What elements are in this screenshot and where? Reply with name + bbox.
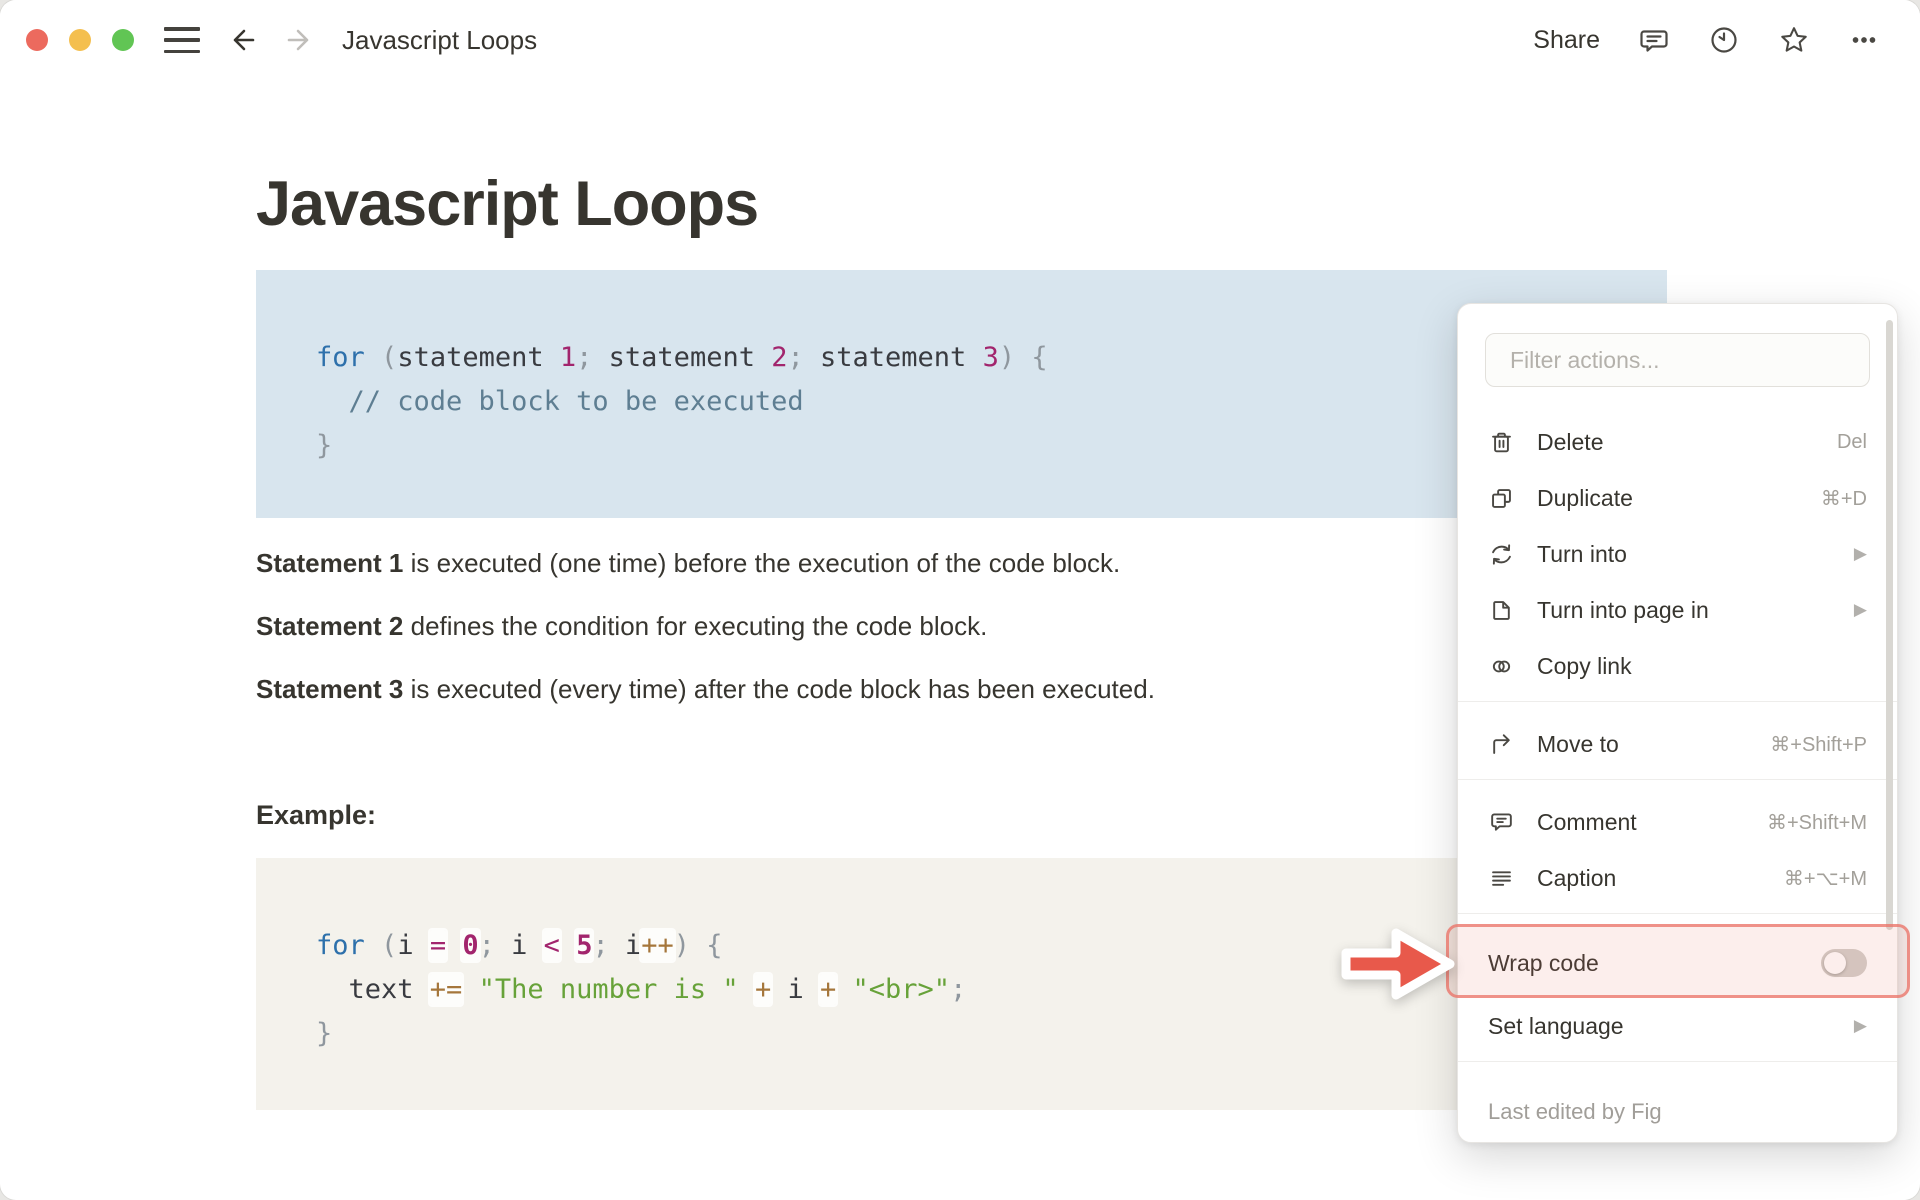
menu-item-comment[interactable]: Comment ⌘+Shift+M <box>1458 794 1897 850</box>
menu-item-duplicate[interactable]: Duplicate ⌘+D <box>1458 470 1897 526</box>
menu-item-wrap-code[interactable]: Wrap code <box>1458 928 1897 998</box>
caption-icon <box>1488 865 1515 892</box>
window-controls <box>26 29 134 51</box>
move-to-icon <box>1488 731 1515 758</box>
app-window: Javascript Loops Share Javascript Loops … <box>0 0 1920 1200</box>
share-button[interactable]: Share <box>1533 26 1600 55</box>
comments-button[interactable] <box>1638 24 1670 56</box>
forward-arrow-icon <box>287 29 309 51</box>
menu-item-turn-into-page-in[interactable]: Turn into page in ▶ <box>1458 582 1897 638</box>
menu-item-set-language[interactable]: Set language ▶ <box>1458 998 1897 1054</box>
more-options-button[interactable] <box>1848 24 1880 56</box>
shortcut-hint: ⌘+⌥+M <box>1783 867 1867 890</box>
menu-footer: Last edited by Fig Today at 10:15 PM <box>1458 1076 1897 1142</box>
menu-divider <box>1458 779 1897 780</box>
toggle-knob <box>1824 952 1846 974</box>
menu-item-turn-into[interactable]: Turn into ▶ <box>1458 526 1897 582</box>
last-edited-time: Today at 10:15 PM <box>1488 1132 1867 1142</box>
shortcut-hint: ⌘+D <box>1820 487 1867 510</box>
menu-item-caption[interactable]: Caption ⌘+⌥+M <box>1458 850 1897 906</box>
menu-divider <box>1458 1061 1897 1062</box>
menu-item-move-to[interactable]: Move to ⌘+Shift+P <box>1458 716 1897 772</box>
wrap-code-toggle[interactable] <box>1821 949 1867 977</box>
back-button[interactable] <box>226 24 258 56</box>
shortcut-hint: ⌘+Shift+P <box>1770 733 1867 756</box>
ellipsis-icon <box>1852 37 1876 43</box>
top-toolbar: Javascript Loops Share <box>0 0 1920 80</box>
clock-icon <box>1711 27 1737 53</box>
code-content: for (statement 1; statement 2; statement… <box>316 342 1048 461</box>
zoom-window-button[interactable] <box>112 29 134 51</box>
comment-icon <box>1640 30 1668 52</box>
sidebar-toggle-icon[interactable] <box>164 27 200 53</box>
favorite-button[interactable] <box>1778 24 1810 56</box>
block-context-menu: Delete Del Duplicate ⌘+D Turn into ▶ <box>1457 303 1898 1143</box>
trash-icon <box>1488 429 1515 456</box>
duplicate-icon <box>1488 485 1515 512</box>
body-text: Statement 1 is executed (one time) befor… <box>256 545 1456 734</box>
submenu-arrow-icon: ▶ <box>1853 600 1867 619</box>
shortcut-hint: Del <box>1836 430 1867 453</box>
menu-divider <box>1458 701 1897 702</box>
turn-into-icon <box>1488 541 1515 568</box>
menu-divider <box>1458 913 1897 914</box>
close-window-button[interactable] <box>26 29 48 51</box>
submenu-arrow-icon: ▶ <box>1853 1016 1867 1035</box>
code-block-example[interactable]: for (i = 0; i < 5; i++) { text += "The n… <box>256 858 1667 1110</box>
star-icon <box>1781 27 1807 52</box>
statement-2-paragraph: Statement 2 defines the condition for ex… <box>256 611 988 641</box>
statement-3-paragraph: Statement 3 is executed (every time) aft… <box>256 674 1155 704</box>
example-label: Example: <box>256 800 377 830</box>
page-title: Javascript Loops <box>256 169 759 240</box>
comment-icon <box>1488 809 1515 836</box>
page-icon <box>1488 597 1515 624</box>
forward-button[interactable] <box>284 24 316 56</box>
code-content: for (i = 0; i < 5; i++) { text += "The n… <box>316 930 967 1049</box>
updates-button[interactable] <box>1708 24 1740 56</box>
statement-1-paragraph: Statement 1 is executed (one time) befor… <box>256 548 1121 578</box>
shortcut-hint: ⌘+Shift+M <box>1766 811 1867 834</box>
back-arrow-icon <box>233 29 255 51</box>
code-block-syntax[interactable]: for (statement 1; statement 2; statement… <box>256 270 1667 518</box>
menu-scrollbar[interactable] <box>1886 320 1893 930</box>
submenu-arrow-icon: ▶ <box>1853 544 1867 563</box>
minimize-window-button[interactable] <box>69 29 91 51</box>
filter-actions-input[interactable] <box>1485 333 1870 387</box>
link-icon <box>1488 653 1515 680</box>
menu-item-copy-link[interactable]: Copy link <box>1458 638 1897 694</box>
breadcrumb-page-title[interactable]: Javascript Loops <box>342 25 537 56</box>
last-edited-by: Last edited by Fig <box>1488 1099 1662 1124</box>
menu-item-delete[interactable]: Delete Del <box>1458 414 1897 470</box>
